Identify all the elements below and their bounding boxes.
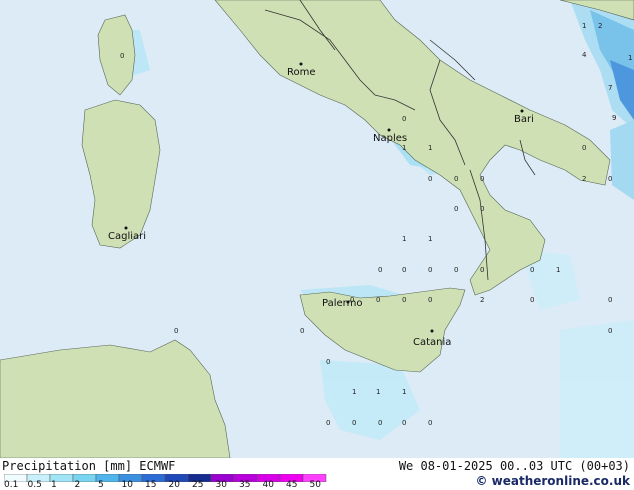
grid-value: 0: [326, 358, 330, 366]
grid-value: 0: [480, 266, 484, 274]
scale-tick-label: 0.1: [4, 480, 19, 490]
grid-value: 1: [402, 144, 406, 152]
legend-title: Precipitation [mm] ECMWF: [2, 459, 176, 473]
bari-marker: [520, 109, 524, 113]
grid-value: 0: [402, 266, 406, 274]
tunisia: [0, 339, 231, 458]
scale-tick-label: 5: [98, 480, 104, 490]
grid-value: 1: [628, 54, 632, 62]
grid-value: 1: [582, 22, 586, 30]
grid-value: 0: [530, 296, 534, 304]
grid-value: 0: [530, 266, 534, 274]
scale-tick-label: 1: [51, 480, 57, 490]
grid-value: 0: [480, 175, 484, 183]
grid-value: 2: [480, 296, 484, 304]
grid-value: 0: [608, 296, 612, 304]
scale-tick-label: 35: [239, 480, 251, 490]
scale-tick-label: 15: [145, 480, 157, 490]
city-catania: Catania: [413, 337, 451, 348]
grid-value: 9: [612, 114, 616, 122]
grid-value: 0: [402, 419, 406, 427]
grid-value: 0: [402, 115, 406, 123]
grid-value: 2: [582, 175, 586, 183]
grid-value: 0: [428, 296, 432, 304]
grid-value: 1: [376, 388, 380, 396]
grid-value: 1: [428, 235, 432, 243]
grid-value: 0: [480, 205, 484, 213]
grid-value: 0: [174, 327, 178, 335]
scale-tick-label: 2: [74, 480, 81, 490]
city-rome: Rome: [287, 67, 316, 78]
cagliari-marker: [124, 226, 128, 230]
grid-value: 0: [378, 266, 382, 274]
scale-tick-label: 40: [262, 480, 274, 490]
scale-tick-label: 30: [215, 480, 227, 490]
grid-value: 0: [608, 327, 612, 335]
grid-value: 0: [454, 205, 458, 213]
grid-value: 0: [454, 175, 458, 183]
grid-value: 4: [582, 51, 587, 59]
grid-value: 0: [378, 419, 382, 427]
grid-value: 0: [376, 296, 380, 304]
rome-marker: [299, 62, 303, 66]
city-naples: Naples: [373, 133, 407, 144]
grid-value: 0: [428, 266, 432, 274]
precipitation-map: Rome Bari Naples Cagliari Palermo Catani…: [0, 0, 634, 458]
grid-value: 1: [352, 388, 356, 396]
scale-tick-label: 50: [309, 480, 321, 490]
grid-value: 0: [428, 175, 432, 183]
forecast-datetime: We 08-01-2025 00..03 UTC (00+03): [398, 459, 630, 473]
grid-value: 0: [350, 296, 354, 304]
grid-value: 0: [454, 266, 458, 274]
grid-value: 2: [598, 22, 602, 30]
city-cagliari: Cagliari: [108, 231, 146, 242]
grid-value: 1: [402, 388, 406, 396]
scale-tick-label: 0.5: [27, 480, 42, 490]
city-palermo: Palermo: [322, 298, 362, 309]
grid-value: 0: [402, 296, 406, 304]
grid-value: 0: [428, 419, 432, 427]
grid-value: 1: [428, 144, 432, 152]
grid-value: 0: [352, 419, 356, 427]
catania-marker: [430, 329, 434, 333]
site-credit: © weatheronline.co.uk: [475, 474, 630, 488]
grid-value: 7: [608, 84, 612, 92]
naples-marker: [387, 128, 391, 132]
grid-value: 0: [608, 175, 612, 183]
grid-value: 0: [582, 144, 586, 152]
scale-tick-label: 45: [286, 480, 298, 490]
scale-tick-label: 20: [168, 480, 180, 490]
grid-value: 1: [402, 235, 406, 243]
grid-value: 1: [556, 266, 560, 274]
scale-ticks: 0.1 0.5 1 2 5 10 15 20 25 30 35 40 45 50: [0, 480, 330, 490]
city-bari: Bari: [514, 114, 534, 125]
scale-tick-label: 25: [192, 480, 204, 490]
legend-bar: Precipitation [mm] ECMWF We 08-01-2025 0…: [0, 458, 634, 490]
grid-value: 0: [300, 327, 304, 335]
grid-value: 0: [326, 419, 330, 427]
grid-value: 0: [120, 52, 124, 60]
scale-tick-label: 10: [121, 480, 133, 490]
